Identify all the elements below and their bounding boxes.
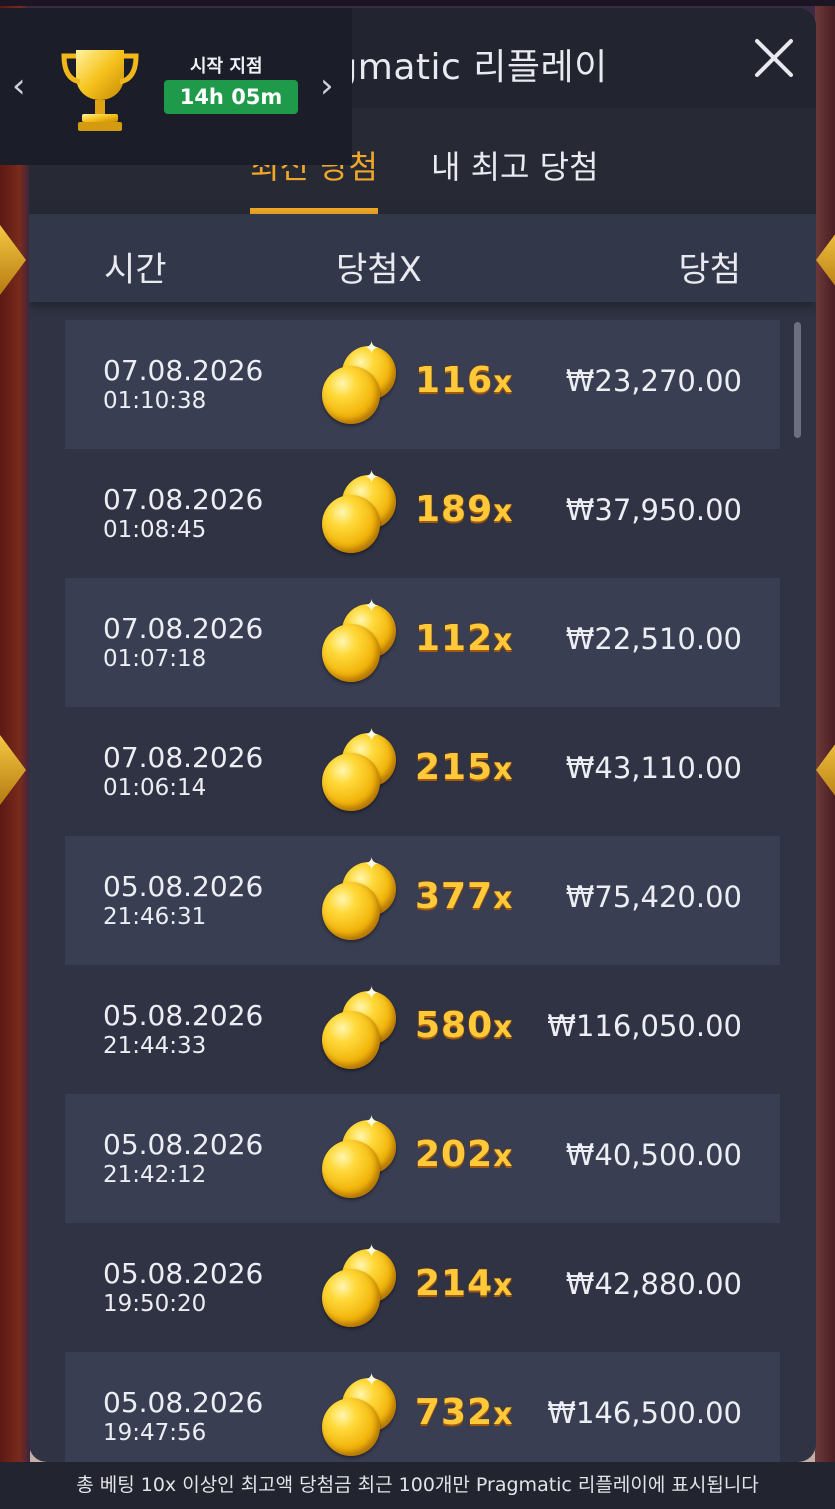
multiplier-suffix: x	[493, 1397, 514, 1432]
win-row: 07.08.2026 01:06:14 ✦ 215x ₩43,110.00	[65, 707, 780, 836]
row-time: 21:46:31	[103, 904, 207, 930]
multiplier-suffix: x	[493, 1010, 514, 1045]
row-multiplier: 580x	[415, 1005, 514, 1046]
replay-modal: Pragmatic 리플레이 최신 당첨 내 최고 당첨 시간 당첨X 당첨 0…	[29, 8, 816, 1462]
game-top-bar	[0, 0, 835, 6]
tournament-label: 시작 지점	[190, 56, 263, 77]
gold-coins-icon: ✦	[320, 983, 400, 1069]
row-date: 07.08.2026	[103, 612, 264, 645]
win-row: 07.08.2026 01:07:18 ✦ 112x ₩22,510.00	[65, 578, 780, 707]
row-time: 19:47:56	[103, 1420, 207, 1446]
row-multiplier: 377x	[415, 876, 514, 917]
multiplier-suffix: x	[493, 1139, 514, 1174]
column-header-time: 시간	[104, 250, 167, 290]
row-date: 05.08.2026	[103, 870, 264, 903]
multiplier-value: 214	[415, 1263, 494, 1304]
row-time: 21:44:33	[103, 1033, 207, 1059]
row-win-amount: ₩43,110.00	[565, 751, 742, 785]
row-time: 01:10:38	[103, 388, 207, 414]
chevron-left-icon[interactable]: ‹	[12, 66, 26, 106]
gold-coins-icon: ✦	[320, 596, 400, 682]
tab-my-best-wins[interactable]: 내 최고 당첨	[431, 142, 599, 188]
row-win-amount: ₩146,500.00	[547, 1396, 742, 1430]
row-multiplier: 189x	[415, 489, 514, 530]
row-time: 19:50:20	[103, 1291, 207, 1317]
tab-label: 내 최고 당첨	[431, 148, 599, 186]
row-date: 07.08.2026	[103, 354, 264, 387]
tournament-timer: 14h 05m	[164, 80, 298, 114]
multiplier-value: 112	[415, 618, 494, 659]
row-time: 21:42:12	[103, 1162, 207, 1188]
row-win-amount: ₩42,880.00	[565, 1267, 742, 1301]
multiplier-suffix: x	[493, 1268, 514, 1303]
row-multiplier: 732x	[415, 1392, 514, 1433]
tournament-widget: ‹ 시작 지점 14h 05m ›	[0, 8, 352, 165]
table-header: 시간 당첨X 당첨	[29, 214, 816, 302]
row-multiplier: 202x	[415, 1134, 514, 1175]
row-win-amount: ₩37,950.00	[565, 493, 742, 527]
column-header-multiplier: 당첨X	[336, 250, 422, 290]
win-row: 05.08.2026 21:42:12 ✦ 202x ₩40,500.00	[65, 1094, 780, 1223]
multiplier-value: 116	[415, 360, 494, 401]
multiplier-suffix: x	[493, 623, 514, 658]
row-win-amount: ₩40,500.00	[565, 1138, 742, 1172]
scrollbar[interactable]	[794, 322, 801, 438]
win-row: 05.08.2026 19:47:56 ✦ 732x ₩146,500.00	[65, 1352, 780, 1462]
multiplier-suffix: x	[493, 881, 514, 916]
gold-coins-icon: ✦	[320, 338, 400, 424]
row-win-amount: ₩22,510.00	[565, 622, 742, 656]
row-multiplier: 214x	[415, 1263, 514, 1304]
row-win-amount: ₩23,270.00	[565, 364, 742, 398]
row-date: 07.08.2026	[103, 741, 264, 774]
gold-coins-icon: ✦	[320, 725, 400, 811]
row-multiplier: 112x	[415, 618, 514, 659]
row-date: 05.08.2026	[103, 999, 264, 1032]
trophy-icon	[61, 50, 139, 131]
row-date: 07.08.2026	[103, 483, 264, 516]
row-win-amount: ₩75,420.00	[565, 880, 742, 914]
win-row: 07.08.2026 01:08:45 ✦ 189x ₩37,950.00	[65, 449, 780, 578]
gold-coins-icon: ✦	[320, 467, 400, 553]
multiplier-suffix: x	[493, 365, 514, 400]
multiplier-value: 215	[415, 747, 494, 788]
multiplier-value: 189	[415, 489, 494, 530]
multiplier-value: 732	[415, 1392, 494, 1433]
footer-text: 총 베팅 10x 이상인 최고액 당첨금 최근 100개만 Pragmatic …	[76, 1474, 759, 1496]
row-time: 01:07:18	[103, 646, 207, 672]
row-win-amount: ₩116,050.00	[547, 1009, 742, 1043]
row-date: 05.08.2026	[103, 1128, 264, 1161]
chevron-right-icon[interactable]: ›	[320, 66, 334, 106]
footer-note: 총 베팅 10x 이상인 최고액 당첨금 최근 100개만 Pragmatic …	[0, 1462, 835, 1509]
gold-coins-icon: ✦	[320, 1241, 400, 1327]
row-multiplier: 116x	[415, 360, 514, 401]
multiplier-suffix: x	[493, 494, 514, 529]
gold-coins-icon: ✦	[320, 1370, 400, 1456]
multiplier-value: 202	[415, 1134, 494, 1175]
multiplier-suffix: x	[493, 752, 514, 787]
row-multiplier: 215x	[415, 747, 514, 788]
win-row: 05.08.2026 21:44:33 ✦ 580x ₩116,050.00	[65, 965, 780, 1094]
gold-coins-icon: ✦	[320, 854, 400, 940]
wins-list: 07.08.2026 01:10:38 ✦ 116x ₩23,270.00 07.08.2…	[65, 320, 780, 1462]
close-icon[interactable]	[750, 34, 798, 82]
row-date: 05.08.2026	[103, 1386, 264, 1419]
gold-coins-icon: ✦	[320, 1112, 400, 1198]
win-row: 07.08.2026 01:10:38 ✦ 116x ₩23,270.00	[65, 320, 780, 449]
multiplier-value: 580	[415, 1005, 494, 1046]
win-row: 05.08.2026 21:46:31 ✦ 377x ₩75,420.00	[65, 836, 780, 965]
row-time: 01:06:14	[103, 775, 207, 801]
win-row: 05.08.2026 19:50:20 ✦ 214x ₩42,880.00	[65, 1223, 780, 1352]
row-date: 05.08.2026	[103, 1257, 264, 1290]
multiplier-value: 377	[415, 876, 494, 917]
row-time: 01:08:45	[103, 517, 207, 543]
column-header-win: 당첨	[678, 250, 741, 290]
